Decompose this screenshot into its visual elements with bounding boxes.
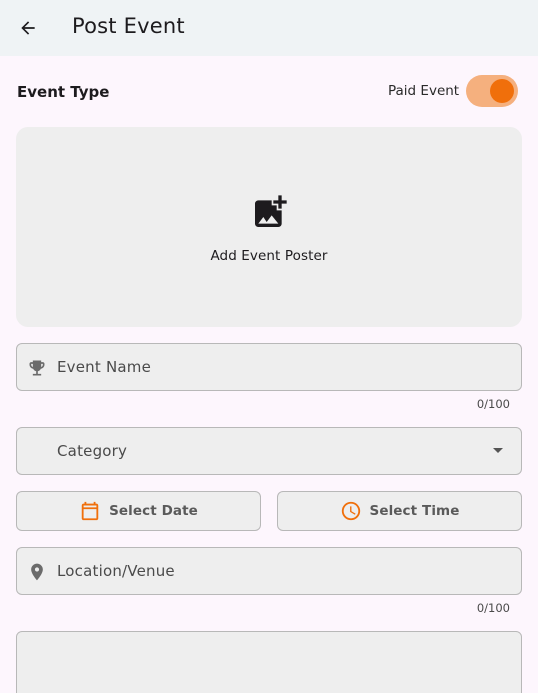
add-poster-label: Add Event Poster — [210, 248, 328, 264]
category-placeholder: Category — [57, 442, 128, 460]
arrow-back-icon — [21, 21, 35, 35]
page-title: Post Event — [72, 14, 185, 38]
paid-event-toggle[interactable] — [466, 75, 518, 107]
event-type-label: Event Type — [17, 83, 110, 101]
clock-icon — [341, 501, 360, 521]
back-button[interactable] — [14, 14, 42, 42]
event-name-counter: 0/100 — [476, 397, 510, 411]
category-dropdown[interactable]: Category — [16, 427, 522, 475]
event-name-field[interactable]: Event Name — [16, 343, 522, 391]
paid-event-label: Paid Event — [388, 83, 460, 99]
select-date-button[interactable]: Select Date — [16, 491, 261, 531]
location-placeholder: Location/Venue — [57, 562, 175, 580]
dropdown-arrow-icon — [493, 448, 503, 453]
trophy-icon — [29, 360, 45, 376]
select-time-label: Select Time — [369, 503, 460, 519]
toggle-knob — [490, 79, 514, 103]
app-bar: Post Event — [0, 0, 538, 56]
add-photo-icon — [255, 195, 287, 227]
location-field[interactable]: Location/Venue — [16, 547, 522, 595]
select-time-button[interactable]: Select Time — [277, 491, 522, 531]
location-pin-icon — [31, 563, 43, 581]
location-counter: 0/100 — [476, 601, 510, 615]
calendar-icon — [81, 501, 99, 521]
description-field[interactable] — [16, 631, 522, 693]
select-date-label: Select Date — [109, 503, 198, 519]
event-name-placeholder: Event Name — [57, 358, 151, 376]
